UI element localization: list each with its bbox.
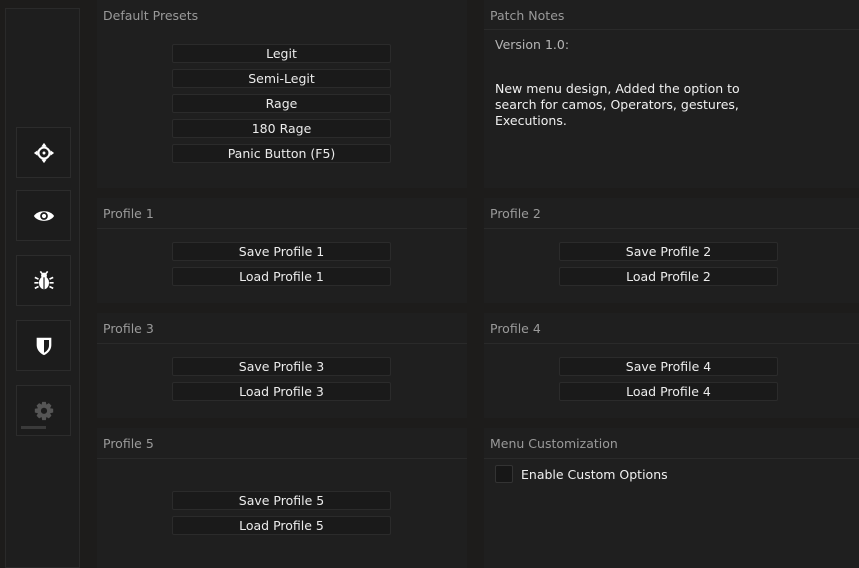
profile-5-panel: Profile 5 Save Profile 5 Load Profile 5 bbox=[97, 428, 467, 568]
panel-title: Profile 5 bbox=[103, 436, 154, 451]
panel-title: Default Presets bbox=[103, 8, 199, 23]
panel-title: Profile 4 bbox=[490, 321, 541, 336]
divider bbox=[484, 458, 859, 459]
divider bbox=[97, 228, 467, 229]
preset-semi-legit-button[interactable]: Semi-Legit bbox=[172, 69, 391, 88]
nav-aim-button[interactable] bbox=[16, 127, 71, 178]
load-profile-3-button[interactable]: Load Profile 3 bbox=[172, 382, 391, 401]
enable-custom-options-label[interactable]: Enable Custom Options bbox=[521, 467, 668, 482]
load-profile-1-button[interactable]: Load Profile 1 bbox=[172, 267, 391, 286]
divider bbox=[97, 458, 467, 459]
preset-legit-button[interactable]: Legit bbox=[172, 44, 391, 63]
nav-protection-button[interactable] bbox=[16, 320, 71, 371]
panel-title: Menu Customization bbox=[490, 436, 618, 451]
nav-misc-button[interactable] bbox=[16, 255, 71, 306]
patch-version: Version 1.0: bbox=[495, 37, 570, 52]
load-profile-5-button[interactable]: Load Profile 5 bbox=[172, 516, 391, 535]
gear-icon bbox=[34, 401, 53, 420]
bug-icon bbox=[33, 270, 54, 289]
profile-2-panel: Profile 2 Save Profile 2 Load Profile 2 bbox=[484, 198, 859, 303]
preset-180-rage-button[interactable]: 180 Rage bbox=[172, 119, 391, 138]
profile-4-panel: Profile 4 Save Profile 4 Load Profile 4 bbox=[484, 313, 859, 418]
app-window: Default Presets Legit Semi-Legit Rage 18… bbox=[0, 0, 859, 568]
shield-icon bbox=[36, 337, 51, 355]
save-profile-1-button[interactable]: Save Profile 1 bbox=[172, 242, 391, 261]
nav-visuals-button[interactable] bbox=[16, 190, 71, 241]
enable-custom-options-checkbox[interactable] bbox=[495, 465, 513, 483]
save-profile-5-button[interactable]: Save Profile 5 bbox=[172, 491, 391, 510]
settings-underline bbox=[21, 426, 46, 429]
eye-icon bbox=[33, 210, 54, 221]
patch-notes-panel: Patch Notes Version 1.0: New menu design… bbox=[484, 0, 859, 188]
panic-button[interactable]: Panic Button (F5) bbox=[172, 144, 391, 163]
menu-customization-panel: Menu Customization Enable Custom Options bbox=[484, 428, 859, 568]
panel-title: Profile 1 bbox=[103, 206, 154, 221]
divider bbox=[97, 343, 467, 344]
sidebar bbox=[5, 8, 80, 568]
panel-title: Profile 3 bbox=[103, 321, 154, 336]
default-presets-panel: Default Presets Legit Semi-Legit Rage 18… bbox=[97, 0, 467, 188]
save-profile-4-button[interactable]: Save Profile 4 bbox=[559, 357, 778, 376]
panel-title: Patch Notes bbox=[490, 8, 565, 23]
load-profile-2-button[interactable]: Load Profile 2 bbox=[559, 267, 778, 286]
divider bbox=[484, 343, 859, 344]
patch-notes-text: New menu design, Added the option to sea… bbox=[495, 81, 740, 128]
load-profile-4-button[interactable]: Load Profile 4 bbox=[559, 382, 778, 401]
profile-1-panel: Profile 1 Save Profile 1 Load Profile 1 bbox=[97, 198, 467, 303]
panel-title: Profile 2 bbox=[490, 206, 541, 221]
divider bbox=[484, 29, 859, 30]
save-profile-3-button[interactable]: Save Profile 3 bbox=[172, 357, 391, 376]
preset-rage-button[interactable]: Rage bbox=[172, 94, 391, 113]
divider bbox=[484, 228, 859, 229]
save-profile-2-button[interactable]: Save Profile 2 bbox=[559, 242, 778, 261]
profile-3-panel: Profile 3 Save Profile 3 Load Profile 3 bbox=[97, 313, 467, 418]
crosshair-icon bbox=[33, 142, 54, 163]
